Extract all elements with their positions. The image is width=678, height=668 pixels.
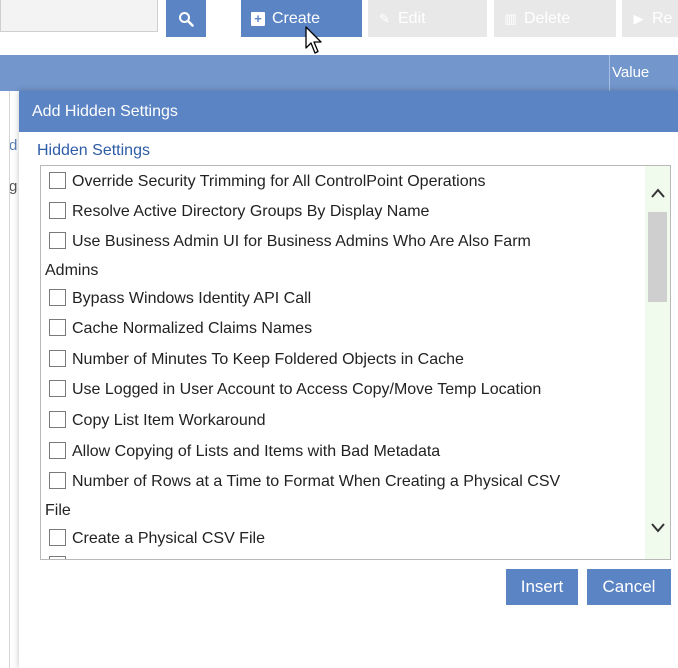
setting-label-wrap: Admins <box>45 262 99 279</box>
insert-button[interactable]: Insert <box>506 569 578 605</box>
setting-label: Number of Minutes To Keep Foldered Objec… <box>72 351 464 368</box>
add-hidden-settings-dialog: Add Hidden Settings Hidden Settings Over… <box>19 91 678 668</box>
edit-button[interactable]: ✎ Edit <box>368 0 487 37</box>
section-label: Hidden Settings <box>37 142 150 159</box>
column-divider <box>609 55 610 91</box>
setting-checkbox[interactable] <box>49 380 66 397</box>
chevron-up-icon[interactable] <box>645 182 670 202</box>
list-item[interactable]: Number of Minutes To Keep Foldered Objec… <box>49 350 464 370</box>
setting-label: Number of Rows at a Time to Format When … <box>72 473 561 490</box>
list-item[interactable]: Resolve Active Directory Groups By Displ… <box>49 202 429 222</box>
chevron-down-icon[interactable] <box>645 517 670 537</box>
cancel-button[interactable]: Cancel <box>587 569 671 605</box>
edit-label: Edit <box>398 9 426 27</box>
play-icon: ▶ <box>633 11 644 26</box>
setting-checkbox[interactable] <box>49 411 66 428</box>
setting-checkbox[interactable] <box>49 289 66 306</box>
setting-checkbox[interactable] <box>49 172 66 189</box>
list-scrollbar[interactable] <box>645 166 670 559</box>
setting-label-wrap: File <box>45 502 71 519</box>
list-item[interactable]: Number of Rows at a Time to Format When … <box>49 472 560 492</box>
list-item[interactable]: Create a Physical CSV File <box>49 529 265 549</box>
delete-label: Delete <box>524 9 571 27</box>
toolbar: + Create ✎ Edit ▥ Delete ▶ Re <box>0 0 678 40</box>
delete-button[interactable]: ▥ Delete <box>494 0 616 37</box>
list-item[interactable]: Allow Copying of Lists and Items with Ba… <box>49 442 440 462</box>
list-item[interactable]: Copy List Item Workaround <box>49 411 266 431</box>
grid-header: Value <box>0 55 678 91</box>
setting-checkbox[interactable] <box>49 232 66 249</box>
trash-icon: ▥ <box>504 11 517 26</box>
setting-label: Allow Copying of Lists and Items with Ba… <box>72 443 441 460</box>
create-label: Create <box>272 9 321 27</box>
setting-label: Copy List Item Workaround <box>72 412 266 429</box>
mouse-pointer-icon <box>305 26 322 54</box>
pencil-icon: ✎ <box>379 11 390 26</box>
list-item[interactable]: Use Business Admin UI for Business Admin… <box>49 232 531 252</box>
setting-checkbox[interactable] <box>49 319 66 336</box>
re-label: Re <box>652 9 673 27</box>
grid-cell-fragment: g <box>9 178 18 195</box>
dialog-title: Add Hidden Settings <box>19 91 678 132</box>
value-column-header[interactable]: Value <box>612 64 649 81</box>
setting-label: Override Security Trimming for All Contr… <box>72 173 486 190</box>
setting-checkbox[interactable] <box>49 529 66 546</box>
scroll-thumb[interactable] <box>648 212 667 302</box>
list-item[interactable] <box>49 556 72 559</box>
setting-label: Create a Physical CSV File <box>72 530 265 547</box>
list-item[interactable]: Cache Normalized Claims Names <box>49 319 312 339</box>
setting-label: Bypass Windows Identity API Call <box>72 290 312 307</box>
setting-label: Cache Normalized Claims Names <box>72 320 313 337</box>
hidden-settings-list[interactable]: Override Security Trimming for All Contr… <box>40 165 671 560</box>
search-button[interactable] <box>166 0 206 37</box>
setting-checkbox[interactable] <box>49 202 66 219</box>
setting-checkbox[interactable] <box>49 442 66 459</box>
list-item[interactable]: Use Logged in User Account to Access Cop… <box>49 380 541 400</box>
grid-border <box>9 91 10 668</box>
create-button[interactable]: + Create <box>241 0 362 37</box>
setting-checkbox[interactable] <box>49 556 66 559</box>
setting-checkbox[interactable] <box>49 472 66 489</box>
setting-checkbox[interactable] <box>49 350 66 367</box>
setting-label: Resolve Active Directory Groups By Displ… <box>72 203 430 220</box>
search-icon <box>179 11 194 27</box>
grid-cell-fragment: d <box>9 137 18 154</box>
list-item[interactable]: Bypass Windows Identity API Call <box>49 289 311 309</box>
re-button[interactable]: ▶ Re <box>622 0 678 37</box>
list-item[interactable]: Override Security Trimming for All Contr… <box>49 172 485 192</box>
search-input[interactable] <box>0 0 158 32</box>
setting-label: Use Logged in User Account to Access Cop… <box>72 381 542 398</box>
plus-square-icon: + <box>251 11 265 26</box>
setting-label: Use Business Admin UI for Business Admin… <box>72 233 531 250</box>
